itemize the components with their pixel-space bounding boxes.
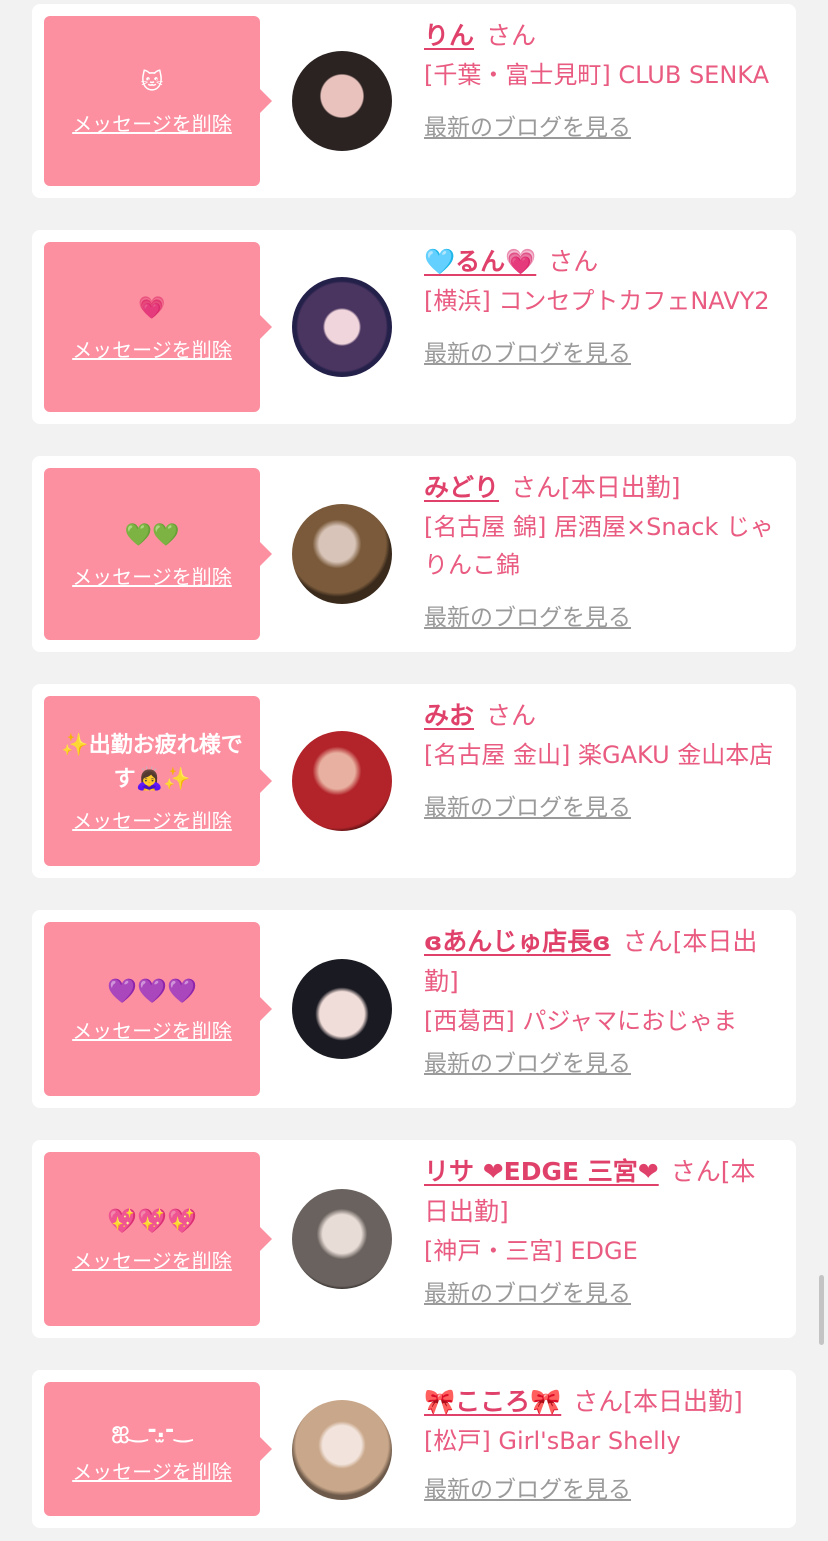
delete-message-link[interactable]: メッセージを削除 [72,805,232,834]
message-bubble: 💚💚 メッセージを削除 [44,468,272,640]
cast-info: 🩵るん💗 さん [横浜] コンセプトカフェNAVY2 最新のブログを見る [424,242,780,368]
cast-name-link[interactable]: みどり [424,473,499,502]
delete-message-link[interactable]: メッセージを削除 [72,1245,232,1274]
honorific: さん [573,1387,624,1416]
favorite-card: ஐ‿-.̫-‿ メッセージを削除 🎀こころ🎀 さん[本日出勤] [松戸] Girl… [32,1370,796,1528]
latest-blog-link[interactable]: 最新のブログを見る [424,788,631,822]
message-text: 💚💚 [124,522,180,548]
favorite-card: 💖💖💖 メッセージを削除 リサ ❤EDGE 三宮❤ さん[本日出勤] [神戸・三宮… [32,1140,796,1338]
latest-blog-link[interactable]: 最新のブログを見る [424,1470,631,1504]
avatar[interactable] [292,51,392,151]
name-line: 🩵るん💗 さん [424,242,780,282]
status-text: [本日出勤] [623,1387,743,1416]
message-text: ✨出勤お疲れ様です🙇‍♀️✨ [61,732,243,792]
honorific: さん [486,701,537,730]
favorite-card: 💗 メッセージを削除 🩵るん💗 さん [横浜] コンセプトカフェNAVY2 最新の… [32,230,796,424]
shop-text: [名古屋 錦] 居酒屋×Snack じゃりんこ錦 [424,513,774,579]
message-text: 💗 [138,295,166,321]
shop-text: [神戸・三宮] EDGE [424,1237,638,1265]
cast-name-link[interactable]: リサ ❤EDGE 三宮❤ [424,1157,659,1186]
delete-message-link[interactable]: メッセージを削除 [72,334,232,363]
name-line: みお さん [424,696,780,736]
latest-blog-link[interactable]: 最新のブログを見る [424,598,631,632]
cast-info: 🎀こころ🎀 さん[本日出勤] [松戸] Girl'sBar Shelly 最新のブ… [424,1382,780,1504]
avatar[interactable] [292,731,392,831]
favorite-card: ✨出勤お疲れ様です🙇‍♀️✨ メッセージを削除 みお さん [名古屋 金山] 楽G… [32,684,796,878]
latest-blog-link[interactable]: 最新のブログを見る [424,108,631,142]
shop-text: [横浜] コンセプトカフェNAVY2 [424,287,770,315]
avatar[interactable] [292,1400,392,1500]
latest-blog-link[interactable]: 最新のブログを見る [424,1274,631,1308]
shop-text: [名古屋 金山] 楽GAKU 金山本店 [424,741,774,769]
message-text: ஐ‿-.̫-‿ [111,1417,193,1443]
name-line: 🎀こころ🎀 さん[本日出勤] [424,1382,780,1422]
message-bubble: ஐ‿-.̫-‿ メッセージを削除 [44,1382,272,1516]
shop-text: [千葉・富士見町] CLUB SENKA [424,61,770,89]
favorite-card: 🐱 メッセージを削除 りん さん [千葉・富士見町] CLUB SENKA 最新の… [32,4,796,198]
avatar[interactable] [292,1189,392,1289]
message-text: 💖💖💖 [107,1206,197,1235]
avatar[interactable] [292,277,392,377]
favorite-card: 💚💚 メッセージを削除 みどり さん[本日出勤] [名古屋 錦] 居酒屋×Snac… [32,456,796,652]
name-line: リサ ❤EDGE 三宮❤ さん[本日出勤] [424,1152,780,1232]
latest-blog-link[interactable]: 最新のブログを見る [424,1044,631,1078]
favorite-list: 🐱 メッセージを削除 りん さん [千葉・富士見町] CLUB SENKA 最新の… [0,0,828,1541]
cast-name-link[interactable]: 🩵るん💗 [424,247,536,276]
scrollbar[interactable] [819,1275,824,1345]
cast-info: みお さん [名古屋 金山] 楽GAKU 金山本店 最新のブログを見る [424,696,780,822]
cast-name-link[interactable]: りん [424,21,474,50]
honorific: さん [548,247,599,276]
shop-text: [西葛西] パジャマにおじゃま [424,1007,738,1035]
message-bubble: 🐱 メッセージを削除 [44,16,272,186]
delete-message-link[interactable]: メッセージを削除 [72,1015,232,1044]
message-bubble: 💗 メッセージを削除 [44,242,272,412]
favorite-card: 💜💜💜 メッセージを削除 ɞあんじゅ店長ɞ さん[本日出勤] [西葛西] パジャマ… [32,910,796,1108]
cast-info: リサ ❤EDGE 三宮❤ さん[本日出勤] [神戸・三宮] EDGE 最新のブログ… [424,1152,780,1308]
cast-info: りん さん [千葉・富士見町] CLUB SENKA 最新のブログを見る [424,16,780,142]
message-bubble: 💜💜💜 メッセージを削除 [44,922,272,1096]
delete-message-link[interactable]: メッセージを削除 [72,561,232,590]
delete-message-link[interactable]: メッセージを削除 [72,1456,232,1485]
avatar[interactable] [292,959,392,1059]
status-text: [本日出勤] [561,473,681,502]
message-text: 💜💜💜 [107,976,197,1005]
delete-message-link[interactable]: メッセージを削除 [72,108,232,137]
name-line: りん さん [424,16,780,56]
honorific: さん [486,21,537,50]
avatar[interactable] [292,504,392,604]
honorific: さん [670,1157,721,1186]
cast-info: ɞあんじゅ店長ɞ さん[本日出勤] [西葛西] パジャマにおじゃま 最新のブログを… [424,922,780,1078]
cast-info: みどり さん[本日出勤] [名古屋 錦] 居酒屋×Snack じゃりんこ錦 最新の… [424,468,780,632]
shop-text: [松戸] Girl'sBar Shelly [424,1427,681,1455]
cast-name-link[interactable]: みお [424,701,474,730]
latest-blog-link[interactable]: 最新のブログを見る [424,334,631,368]
cast-name-link[interactable]: ɞあんじゅ店長ɞ [424,927,611,956]
cast-name-link[interactable]: 🎀こころ🎀 [424,1387,561,1416]
message-bubble: 💖💖💖 メッセージを削除 [44,1152,272,1326]
name-line: ɞあんじゅ店長ɞ さん[本日出勤] [424,922,780,1002]
honorific: さん [511,473,562,502]
message-bubble: ✨出勤お疲れ様です🙇‍♀️✨ メッセージを削除 [44,696,272,866]
message-text: 🐱 [140,69,164,95]
name-line: みどり さん[本日出勤] [424,468,780,508]
honorific: さん [622,927,673,956]
